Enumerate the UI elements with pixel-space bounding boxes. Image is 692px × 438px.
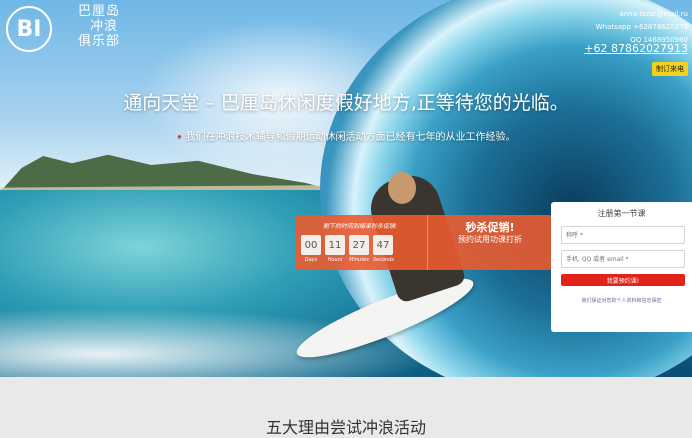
signup-form: 注册第一节课 我要预约课! 我们保证对您的个人资料和信息保密 xyxy=(551,202,692,332)
timer-minutes-label: Minutes xyxy=(349,257,369,263)
brand-line-3: 俱乐部 xyxy=(78,34,121,49)
countdown-timer: 00 Days 11 Hours 27 Minutes 47 Seconds xyxy=(301,235,395,263)
contact-whatsapp: Whatsapp +62878620279 xyxy=(595,23,688,31)
hero-subline-text: 我们在冲浪技术辅导和假期运动休闲活动方面已经有七年的从业工作经验。 xyxy=(185,132,516,143)
contact-field[interactable] xyxy=(561,250,685,268)
form-title: 注册第一节课 xyxy=(597,209,646,218)
surfer-head xyxy=(388,172,416,204)
timer-hours: 11 Hours xyxy=(325,235,345,263)
callback-button[interactable]: 制订来电 xyxy=(652,62,688,76)
brand-line-1: 巴厘岛 xyxy=(78,4,121,19)
brand-name: 巴厘岛 冲浪 俱乐部 xyxy=(78,4,120,49)
phone-link[interactable]: +62 87862027913 xyxy=(584,42,688,55)
bullet-icon: • xyxy=(176,132,183,143)
hero-headline: 通向天堂 – 巴厘岛休闲度假好地方,正等待您的光临。 xyxy=(123,92,569,114)
promo-subtitle: 预约试用功课打折 xyxy=(458,235,522,244)
section-title: 五大理由尝试冲浪活动 xyxy=(265,418,426,437)
timer-minutes-value: 27 xyxy=(349,235,369,255)
contact-email[interactable]: anna-lazar@mail.ru xyxy=(596,8,688,21)
brand-line-2: 冲浪 xyxy=(90,19,119,34)
club-logo[interactable]: BI xyxy=(6,6,52,52)
timer-days: 00 Days xyxy=(301,235,321,263)
promo-offer: 秒杀促销! 预约试用功课打折 xyxy=(427,215,552,270)
timer-minutes: 27 Minutes xyxy=(349,235,369,263)
timer-seconds: 47 Seconds xyxy=(373,235,395,263)
promo-banner: 剩下的时间到结束秒杀促销: 00 Days 11 Hours 27 Minutes 4… xyxy=(295,215,551,270)
timer-hours-label: Hours xyxy=(327,257,343,263)
privacy-note: 我们保证对您的个人资料和信息保密 xyxy=(581,298,662,304)
timer-seconds-label: Seconds xyxy=(373,257,395,263)
timer-days-label: Days xyxy=(304,257,318,263)
book-lesson-button[interactable]: 我要预约课! xyxy=(561,274,685,286)
timer-hours-value: 11 xyxy=(325,235,345,255)
countdown-caption: 剩下的时间到结束秒杀促销: xyxy=(322,223,398,230)
promo-title: 秒杀促销! xyxy=(465,221,515,234)
name-field[interactable] xyxy=(561,226,685,244)
countdown-panel: 剩下的时间到结束秒杀促销: 00 Days 11 Hours 27 Minutes 4… xyxy=(295,215,425,270)
timer-days-value: 00 xyxy=(301,235,321,255)
hero-subline: • 我们在冲浪技术辅导和假期运动休闲活动方面已经有七年的从业工作经验。 xyxy=(0,128,692,143)
timer-seconds-value: 47 xyxy=(373,235,393,255)
